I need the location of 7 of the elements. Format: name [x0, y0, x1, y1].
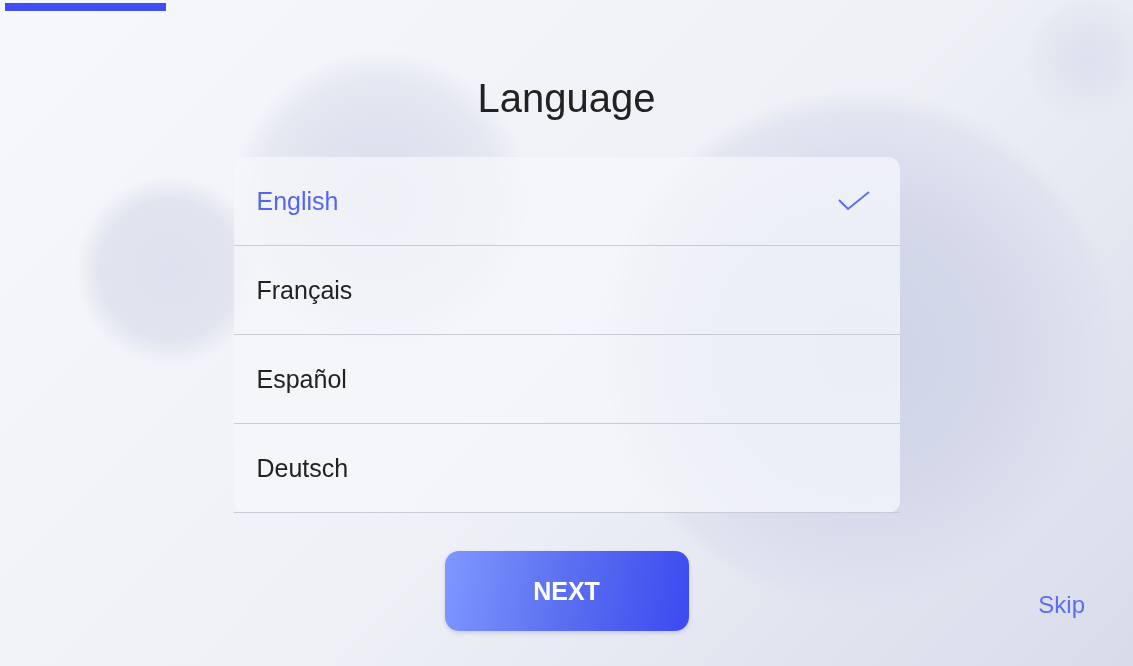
language-option[interactable]: Español: [233, 335, 900, 424]
language-option[interactable]: Deutsch: [233, 424, 900, 513]
next-button[interactable]: NEXT: [444, 551, 689, 631]
language-option[interactable]: English: [233, 157, 900, 246]
page-title: Language: [477, 75, 656, 122]
language-option[interactable]: Français: [233, 246, 900, 335]
checkmark-icon: [837, 191, 870, 211]
